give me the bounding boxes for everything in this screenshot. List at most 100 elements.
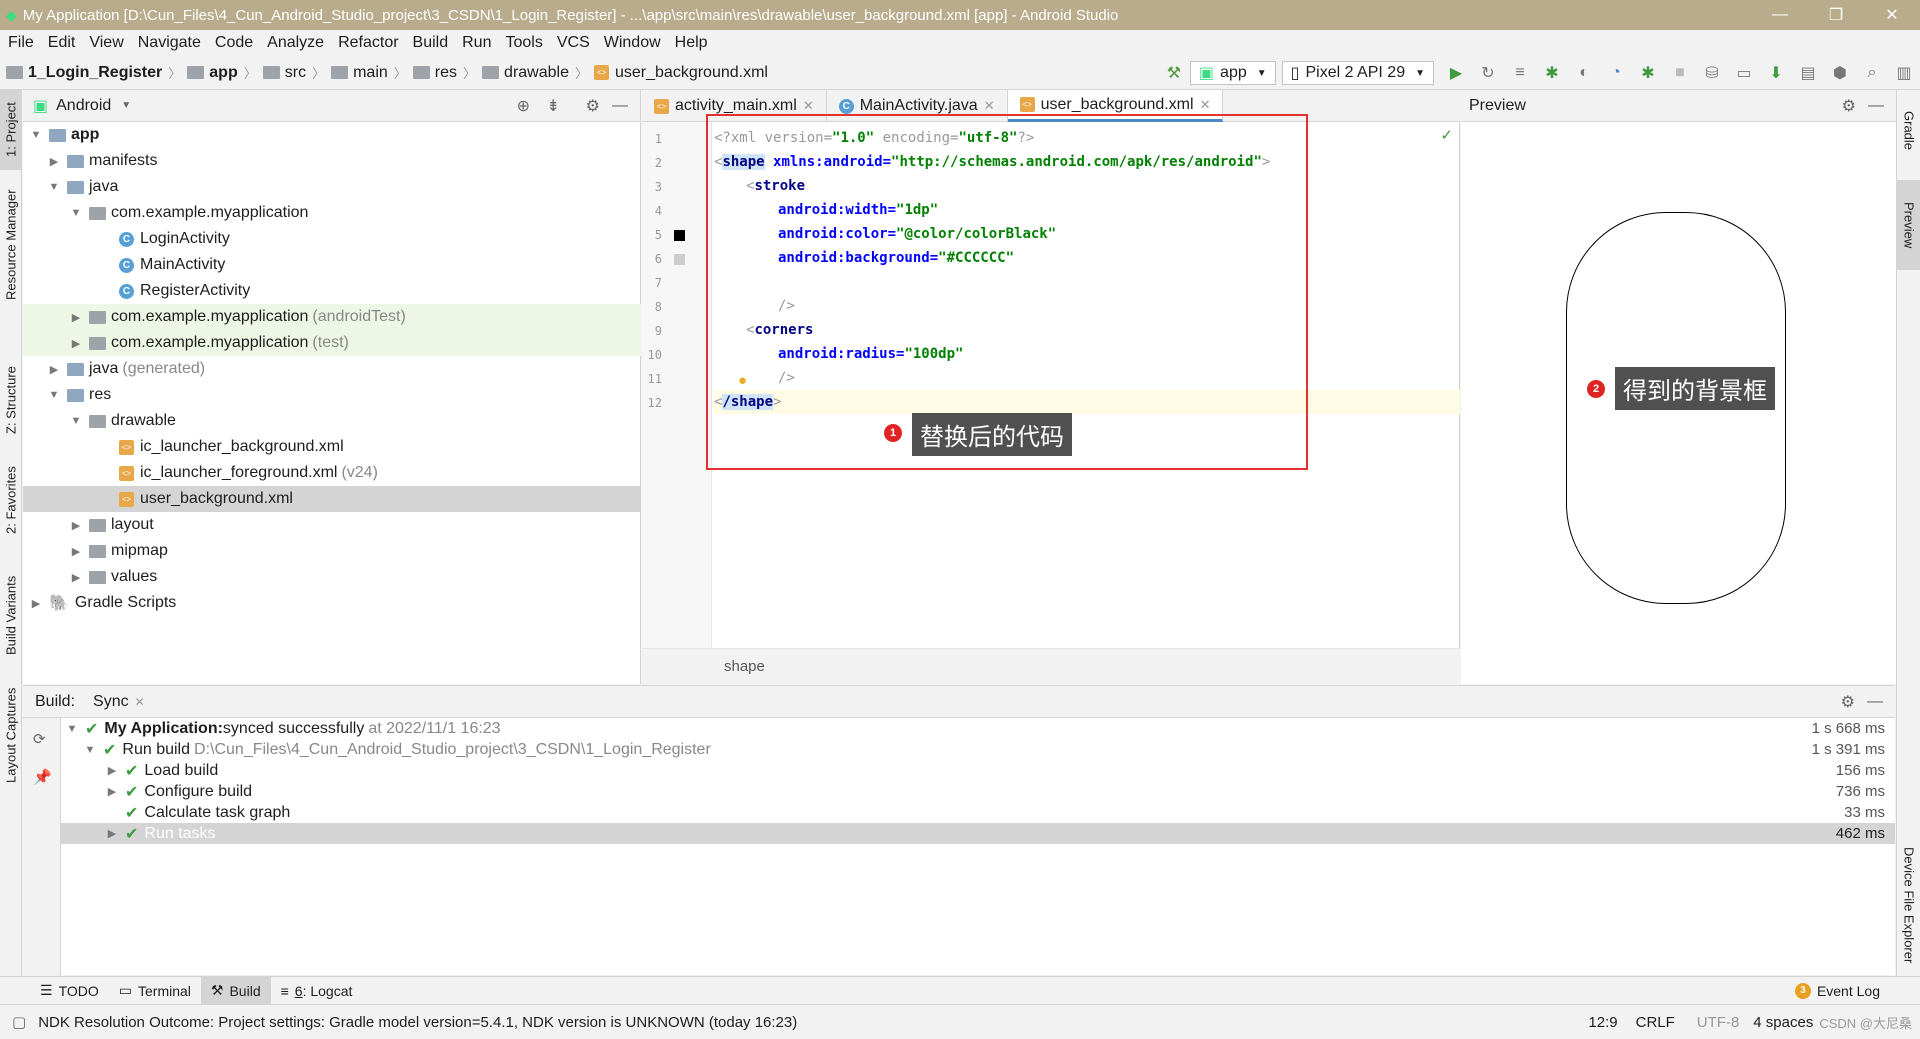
menu-build[interactable]: Build [413,34,449,52]
breadcrumb-file[interactable]: <> user_background.xml [594,64,768,82]
tree-item-package[interactable]: ▼ com.example.myapplication [23,200,641,226]
menu-code[interactable]: Code [215,34,253,52]
file-encoding[interactable]: UTF-8 [1697,1014,1740,1031]
tree-item-layout[interactable]: ▶ layout [23,512,641,538]
apply-changes-icon[interactable]: ↻ [1475,60,1501,86]
tree-item-android-test[interactable]: ▶ com.example.myapplication (androidTest) [23,304,641,330]
indent-setting[interactable]: 4 spaces [1753,1014,1813,1031]
line-separator[interactable]: CRLF [1636,1014,1675,1031]
menu-tools[interactable]: Tools [505,34,542,52]
layout-icon[interactable]: ▥ [1891,60,1917,86]
status-message[interactable]: NDK Resolution Outcome: Project settings… [38,1014,797,1031]
color-swatch-gray[interactable] [674,254,685,265]
tree-item-ic-launcher-foreground[interactable]: <> ic_launcher_foreground.xml (v24) [23,460,641,486]
minimize-button[interactable]: — [1752,0,1808,30]
close-button[interactable]: ✕ [1864,0,1920,30]
attach-process-icon[interactable]: ✱ [1635,60,1661,86]
caret-position[interactable]: 12:9 [1588,1014,1617,1031]
sync-icon[interactable]: ⛁ [1699,60,1725,86]
tree-item-gradle-scripts[interactable]: ▶ 🐘 Gradle Scripts [23,590,641,616]
maximize-button[interactable]: ❐ [1808,0,1864,30]
build-row[interactable]: ▶ ✔ Load build 156 ms [61,760,1895,781]
build-variants-tab[interactable]: Build Variants [0,560,22,670]
breadcrumb-app[interactable]: app 〉 [187,63,257,82]
pin-icon[interactable]: 📌 [33,768,52,786]
menu-run[interactable]: Run [462,34,491,52]
hammer-icon[interactable]: ⚒ [1161,60,1187,86]
structure-tab[interactable]: Z: Structure [0,360,22,440]
gear-icon[interactable]: ⚙ [1841,692,1855,712]
breadcrumb-drawable[interactable]: drawable 〉 [482,63,588,82]
menu-edit[interactable]: Edit [48,34,76,52]
tree-item-test[interactable]: ▶ com.example.myapplication (test) [23,330,641,356]
status-layout-icon[interactable]: ▢ [12,1013,26,1031]
project-view-selector[interactable]: Android [56,97,111,115]
apply-code-changes-icon[interactable]: ≡ [1507,60,1533,86]
locate-icon[interactable]: ⊕ [517,96,530,116]
tab-event-log[interactable]: 3 Event Log [1785,977,1890,1005]
menu-window[interactable]: Window [604,34,661,52]
profile-icon[interactable]: ◔ [1603,60,1629,86]
chevron-down-icon[interactable]: ▼ [121,100,131,111]
close-icon[interactable]: ✕ [984,98,995,114]
tab-sync[interactable]: Sync ✕ [93,693,145,711]
menu-analyze[interactable]: Analyze [267,34,324,52]
tab-terminal[interactable]: ▭ Terminal [109,977,201,1005]
project-structure-icon[interactable]: ⬢ [1827,60,1853,86]
tree-item-java[interactable]: ▼ java [23,174,641,200]
menu-file[interactable]: File [8,34,34,52]
collapse-all-icon[interactable]: ⇟ [547,96,560,116]
device-file-explorer-tab[interactable]: Device File Explorer [1897,830,1920,980]
breadcrumb-res[interactable]: res 〉 [412,63,476,82]
search-icon[interactable]: ⌕ [1859,60,1885,86]
module-selector[interactable]: ▣ app ▼ [1189,61,1276,85]
tree-item-login-activity[interactable]: C LoginActivity [23,226,641,252]
close-icon[interactable]: ✕ [135,695,145,709]
attach-debugger-icon[interactable]: ◐ [1571,60,1597,86]
menu-view[interactable]: View [89,34,123,52]
gear-icon[interactable]: ⚙ [1842,96,1856,116]
preview-tab[interactable]: Preview [1897,180,1920,270]
build-row[interactable]: ▼ ✔ Run build D:\Cun_Files\4_Cun_Android_S… [61,739,1895,760]
tree-item-res[interactable]: ▼ res [23,382,641,408]
breadcrumb-src[interactable]: src 〉 [262,63,325,82]
hide-icon[interactable]: — [1868,97,1884,115]
close-icon[interactable]: ✕ [803,98,814,114]
hide-icon[interactable]: — [1867,693,1883,711]
tab-build[interactable]: ⚒ Build [200,976,271,1005]
build-row[interactable]: ▼ ✔ My Application: synced successfully at … [61,718,1895,739]
avd-manager-icon[interactable]: ▭ [1731,60,1757,86]
tree-item-drawable[interactable]: ▼ drawable [23,408,641,434]
tree-item-user-background[interactable]: <> user_background.xml [23,486,641,512]
tab-logcat[interactable]: ≡ 6: Logcat [271,977,363,1005]
build-row[interactable]: ✔ Calculate task graph 33 ms [61,802,1895,823]
project-tool-tab[interactable]: 1: Project [0,90,22,170]
gear-icon[interactable]: ⚙ [586,96,600,116]
stop-icon[interactable]: ■ [1667,60,1693,86]
tree-item-java-generated[interactable]: ▶ java (generated) [23,356,641,382]
device-manager-icon[interactable]: ▤ [1795,60,1821,86]
editor-footer-tag[interactable]: shape [724,658,765,675]
run-icon[interactable]: ▶ [1443,60,1469,86]
menu-vcs[interactable]: VCS [557,34,590,52]
color-swatch-black[interactable] [674,230,685,241]
tree-item-register-activity[interactable]: C RegisterActivity [23,278,641,304]
breadcrumb-project[interactable]: 1_Login_Register 〉 [6,63,181,82]
tree-item-app[interactable]: ▼ app [23,122,641,148]
build-row-selected[interactable]: ▶ ✔ Run tasks 462 ms [61,823,1895,844]
layout-captures-tab[interactable]: Layout Captures [0,680,22,790]
gradle-tab[interactable]: Gradle [1897,96,1920,166]
inspection-ok-icon[interactable]: ✓ [1440,126,1453,144]
tab-todo[interactable]: ☰ TODO [30,977,109,1005]
tree-item-manifests[interactable]: ▶ manifests [23,148,641,174]
tree-item-ic-launcher-background[interactable]: <> ic_launcher_background.xml [23,434,641,460]
hide-icon[interactable]: — [612,97,628,115]
favorites-tab[interactable]: 2: Favorites [0,460,22,540]
menu-help[interactable]: Help [675,34,708,52]
tree-item-main-activity[interactable]: C MainActivity [23,252,641,278]
device-selector[interactable]: ▯ Pixel 2 API 29 ▼ [1281,61,1434,85]
menu-navigate[interactable]: Navigate [138,34,201,52]
close-icon[interactable]: ✕ [1200,97,1211,113]
breadcrumb-main[interactable]: main 〉 [331,63,407,82]
resource-manager-tab[interactable]: Resource Manager [0,185,22,305]
